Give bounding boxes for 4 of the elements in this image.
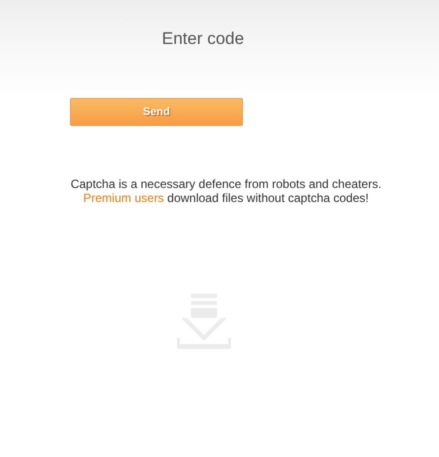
send-button[interactable]: Send [70, 98, 243, 126]
captcha-note: Captcha is a necessary defence from robots and cheaters. Premium users download files without captcha codes! [70, 177, 382, 205]
premium-users-link[interactable]: Premium users [83, 191, 164, 205]
page-title: Enter code [160, 28, 246, 50]
